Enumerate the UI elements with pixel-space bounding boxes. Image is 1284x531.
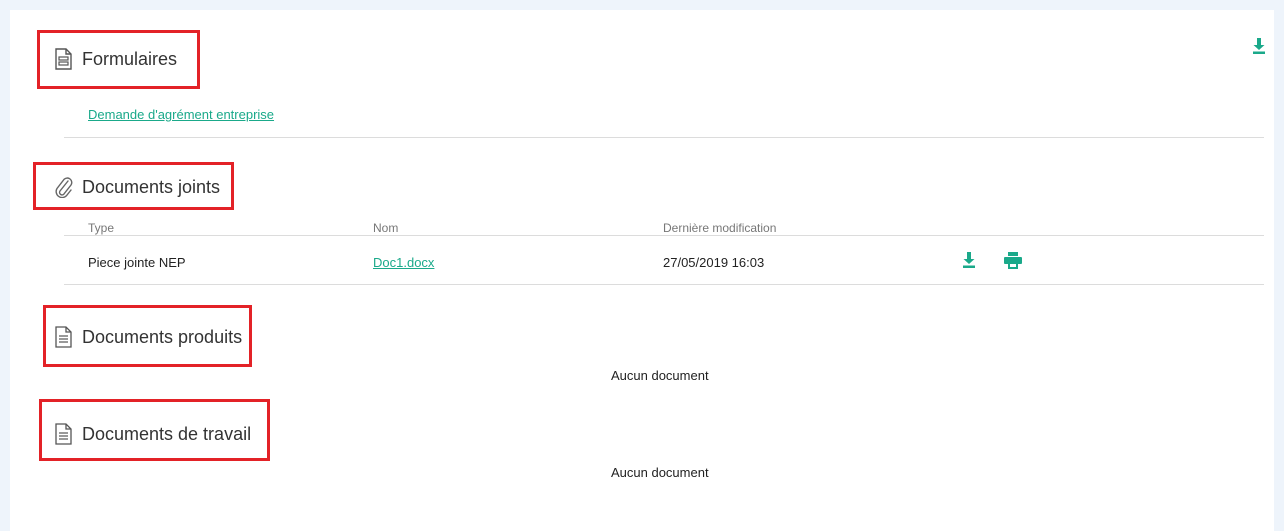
form-document-icon <box>54 48 74 70</box>
section-title-documents-joints: Documents joints <box>54 176 220 198</box>
document-icon <box>54 423 74 445</box>
empty-message-documents-travail: Aucun document <box>611 465 709 480</box>
table-header-divider <box>64 235 1264 236</box>
attachments-panel: Formulaires Demande d'agrément entrepris… <box>10 10 1274 531</box>
section-title-label: Documents produits <box>82 326 243 347</box>
print-icon[interactable] <box>1004 252 1022 269</box>
cell-type: Piece jointe NEP <box>88 255 186 270</box>
empty-message-documents-produits: Aucun document <box>611 368 709 383</box>
cell-modified: 27/05/2019 16:03 <box>663 255 765 270</box>
section-title-formulaires: Formulaires <box>54 48 177 70</box>
document-link-name[interactable]: Doc1.docx <box>373 255 434 270</box>
section-title-label: Documents joints <box>82 176 221 197</box>
column-header-type: Type <box>88 221 115 235</box>
download-all-icon[interactable] <box>1252 38 1266 54</box>
section-title-documents-travail: Documents de travail <box>54 423 251 445</box>
column-header-nom: Nom <box>373 221 399 235</box>
document-icon <box>54 326 74 348</box>
section-title-documents-produits: Documents produits <box>54 326 242 348</box>
section-title-label: Formulaires <box>82 48 178 69</box>
paperclip-icon <box>54 176 74 198</box>
section-title-label: Documents de travail <box>82 423 252 444</box>
table-bottom-divider <box>64 284 1264 285</box>
download-icon[interactable] <box>962 252 976 268</box>
divider <box>64 137 1264 138</box>
column-header-modification: Dernière modification <box>663 221 777 235</box>
form-link-demande-agrement[interactable]: Demande d'agrément entreprise <box>88 107 274 122</box>
